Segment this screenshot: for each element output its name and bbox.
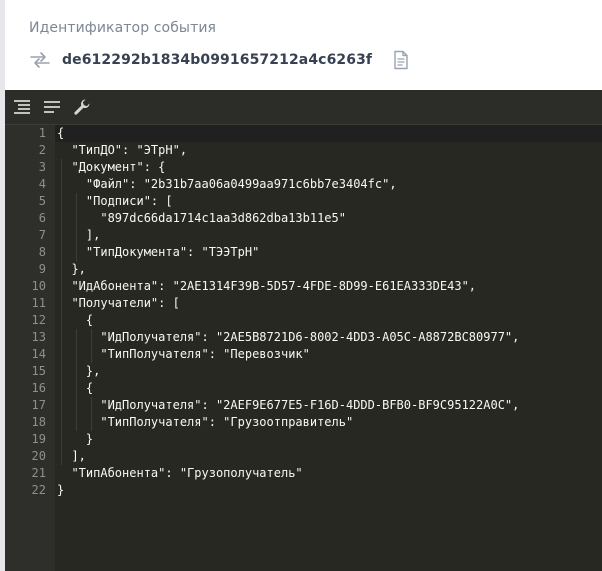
code-line: "ТипДО": "ЭТрН", bbox=[57, 143, 188, 157]
compact-icon bbox=[44, 101, 60, 113]
line-number: 5 bbox=[38, 194, 46, 208]
code-area[interactable]: { "ТипДО": "ЭТрН", "Документ": { "Файл":… bbox=[55, 125, 602, 571]
code-line: "ТипДокумента": "ТЭЭТрН" bbox=[57, 245, 260, 259]
event-id-row: de612292b1834b0991657212a4c6263f bbox=[29, 48, 410, 72]
copy-icon[interactable] bbox=[392, 50, 410, 70]
line-number: 18 bbox=[31, 415, 46, 429]
line-number: 8 bbox=[38, 245, 46, 259]
line-number: 2 bbox=[38, 143, 46, 157]
line-number: 6 bbox=[38, 211, 46, 225]
code-line: "ИдАбонента": "2AE1314F39B-5D57-4FDE-8D9… bbox=[57, 279, 477, 293]
line-number: 16 bbox=[31, 381, 46, 395]
code-line: { bbox=[57, 313, 94, 327]
json-editor: 1 2 3 4 5 6 7 8 9 10 11 12 13 14 15 16 17 18 19 20 21 22 { "Т… bbox=[5, 90, 602, 571]
line-number: 12 bbox=[31, 313, 46, 327]
line-number: 20 bbox=[31, 449, 46, 463]
code-line: ], bbox=[57, 228, 101, 242]
line-number: 7 bbox=[38, 228, 46, 242]
indent-guide bbox=[91, 397, 92, 431]
line-number-gutter: 1 2 3 4 5 6 7 8 9 10 11 12 13 14 15 16 17 18 19 20 21 22 bbox=[5, 125, 55, 571]
code-line: "Документ": { bbox=[57, 160, 166, 174]
line-number: 11 bbox=[31, 296, 46, 310]
line-number: 9 bbox=[38, 262, 46, 276]
exchange-icon bbox=[30, 52, 50, 68]
code-line: }, bbox=[57, 262, 86, 276]
compact-button[interactable] bbox=[42, 97, 62, 117]
line-number: 21 bbox=[31, 466, 46, 480]
repair-button[interactable] bbox=[72, 97, 92, 117]
line-number: 19 bbox=[31, 432, 46, 446]
line-number: 22 bbox=[31, 483, 46, 497]
code-line: { bbox=[55, 125, 602, 142]
line-number: 15 bbox=[31, 364, 46, 378]
format-button[interactable] bbox=[12, 97, 32, 117]
indent-guide bbox=[76, 193, 77, 261]
code-line: { bbox=[85, 381, 94, 395]
code-line: "Подписи": [ bbox=[57, 194, 173, 208]
code-line: "ТипПолучателя": "Перевозчик" bbox=[57, 347, 310, 361]
format-icon bbox=[14, 100, 30, 114]
line-number: 3 bbox=[38, 160, 46, 174]
line-number: 1 bbox=[38, 126, 46, 140]
event-id-label: Идентификатор события bbox=[29, 20, 217, 36]
line-number: 17 bbox=[31, 398, 46, 412]
code-line: } bbox=[57, 483, 65, 497]
indent-guide bbox=[76, 329, 77, 431]
line-number: 13 bbox=[31, 330, 46, 344]
event-id-value: de612292b1834b0991657212a4c6263f bbox=[62, 52, 373, 68]
code-line: "897dc66da1714c1aa3d862dba13b11e5" bbox=[57, 211, 346, 225]
line-number: 4 bbox=[38, 177, 46, 191]
wrench-icon bbox=[74, 99, 90, 115]
line-number: 10 bbox=[31, 279, 46, 293]
indent-guide bbox=[61, 159, 62, 465]
code-line: "ТипАбонента": "Грузополучатель" bbox=[57, 466, 303, 480]
code-line: } bbox=[57, 432, 94, 446]
editor-toolbar bbox=[5, 90, 602, 125]
code-line: ], bbox=[57, 449, 86, 463]
code-line: "ТипПолучателя": "Грузоотправитель" bbox=[57, 415, 354, 429]
event-header: Идентификатор события de612292b1834b0991… bbox=[5, 0, 602, 90]
line-number: 14 bbox=[31, 347, 46, 361]
code-line: "ИдПолучателя": "2AE5B8721D6-8002-4DD3-A… bbox=[57, 330, 520, 344]
indent-guide bbox=[91, 329, 92, 363]
code-line: }, bbox=[57, 364, 101, 378]
code-line: "Файл": "2b31b7aa06a0499aa971c6bb7e3404f… bbox=[57, 177, 397, 191]
code-line: "ИдПолучателя": "2AEF9E677E5-F16D-4DDD-B… bbox=[57, 398, 520, 412]
code-line: "Получатели": [ bbox=[57, 296, 180, 310]
